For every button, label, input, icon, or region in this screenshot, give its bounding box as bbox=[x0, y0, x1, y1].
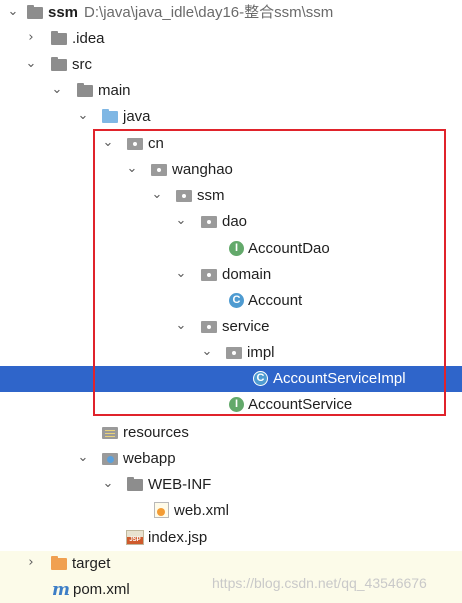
tree-row-account-dao[interactable]: I AccountDao bbox=[0, 236, 462, 262]
tree-label-java: java bbox=[123, 108, 151, 125]
package-icon bbox=[175, 187, 193, 204]
package-icon bbox=[200, 318, 218, 335]
tree-row-web-xml[interactable]: web.xml bbox=[0, 498, 462, 524]
tree-row-service[interactable]: ⌄ service bbox=[0, 314, 462, 340]
chevron-down-icon[interactable]: ⌄ bbox=[76, 109, 90, 123]
folder-icon bbox=[76, 82, 94, 99]
tree-label-account-service: AccountService bbox=[248, 396, 353, 413]
tree-label-web-xml: web.xml bbox=[174, 502, 230, 519]
watermark-text: https://blog.csdn.net/qq_43546676 bbox=[212, 575, 427, 591]
tree-row-src[interactable]: ⌄ src bbox=[0, 52, 462, 78]
tree-label-dao: dao bbox=[222, 213, 248, 230]
excluded-folder-icon bbox=[50, 555, 68, 572]
class-icon: C bbox=[228, 292, 246, 309]
xml-file-icon bbox=[153, 502, 171, 519]
tree-row-index-jsp[interactable]: JSP index.jsp bbox=[0, 525, 462, 551]
class-icon: C bbox=[252, 370, 270, 387]
chevron-right-icon[interactable]: › bbox=[24, 31, 38, 45]
web-folder-icon bbox=[101, 450, 119, 467]
package-icon bbox=[200, 213, 218, 230]
tree-row-java[interactable]: ⌄ java bbox=[0, 104, 462, 130]
tree-label-cn: cn bbox=[148, 135, 164, 152]
project-name: ssm bbox=[48, 4, 79, 21]
interface-icon: I bbox=[228, 240, 246, 257]
tree-label-resources: resources bbox=[123, 424, 189, 441]
tree-label-account-service-impl: AccountServiceImpl bbox=[273, 370, 406, 387]
tree-row-webapp[interactable]: ⌄ webapp bbox=[0, 446, 462, 472]
tree-row-resources[interactable]: resources bbox=[0, 420, 462, 446]
tree-row-account-service[interactable]: I AccountService bbox=[0, 392, 462, 418]
project-path: D:\java\java_idle\day16-整合ssm\ssm bbox=[84, 4, 334, 21]
tree-row-web-inf[interactable]: ⌄ WEB-INF bbox=[0, 472, 462, 498]
package-icon bbox=[126, 135, 144, 152]
chevron-down-icon[interactable]: ⌄ bbox=[150, 188, 164, 202]
tree-label-main: main bbox=[98, 82, 131, 99]
folder-icon bbox=[50, 30, 68, 47]
chevron-down-icon[interactable]: ⌄ bbox=[6, 5, 20, 19]
chevron-down-icon[interactable]: ⌄ bbox=[174, 214, 188, 228]
tree-label-webapp: webapp bbox=[123, 450, 176, 467]
tree-row-ssm-package[interactable]: ⌄ ssm bbox=[0, 183, 462, 209]
tree-label-wanghao: wanghao bbox=[172, 161, 233, 178]
tree-row-wanghao[interactable]: ⌄ wanghao bbox=[0, 157, 462, 183]
tree-label-pom-xml: pom.xml bbox=[73, 581, 130, 598]
tree-row-domain[interactable]: ⌄ domain bbox=[0, 262, 462, 288]
chevron-down-icon[interactable]: ⌄ bbox=[174, 267, 188, 281]
chevron-down-icon[interactable]: ⌄ bbox=[174, 319, 188, 333]
tree-row-idea[interactable]: › .idea bbox=[0, 26, 462, 52]
tree-label-web-inf: WEB-INF bbox=[148, 476, 212, 493]
tree-label-idea: .idea bbox=[72, 30, 105, 47]
tree-label-src: src bbox=[72, 56, 92, 73]
maven-icon: m bbox=[52, 580, 70, 600]
tree-row-cn[interactable]: ⌄ cn bbox=[0, 131, 462, 157]
tree-label-target: target bbox=[72, 555, 111, 572]
tree-label-ssm: ssm bbox=[197, 187, 225, 204]
chevron-down-icon[interactable]: ⌄ bbox=[200, 345, 214, 359]
tree-row-main[interactable]: ⌄ main bbox=[0, 78, 462, 104]
folder-icon bbox=[50, 56, 68, 73]
tree-label-impl: impl bbox=[247, 344, 275, 361]
tree-row-account[interactable]: C Account bbox=[0, 288, 462, 314]
tree-label-domain: domain bbox=[222, 266, 272, 283]
chevron-down-icon[interactable]: ⌄ bbox=[101, 477, 115, 491]
tree-row-target[interactable]: › target bbox=[0, 551, 462, 577]
tree-row-account-service-impl[interactable]: C AccountServiceImpl bbox=[0, 366, 462, 392]
tree-label-index-jsp: index.jsp bbox=[148, 529, 208, 546]
tree-label-account-dao: AccountDao bbox=[248, 240, 330, 257]
interface-icon: I bbox=[228, 396, 246, 413]
chevron-down-icon[interactable]: ⌄ bbox=[125, 162, 139, 176]
resources-folder-icon bbox=[101, 424, 119, 441]
package-icon bbox=[225, 344, 243, 361]
chevron-down-icon[interactable]: ⌄ bbox=[76, 451, 90, 465]
package-icon bbox=[200, 266, 218, 283]
package-icon bbox=[150, 161, 168, 178]
source-folder-icon bbox=[101, 108, 119, 125]
tree-label-service: service bbox=[222, 318, 270, 335]
chevron-down-icon[interactable]: ⌄ bbox=[50, 83, 64, 97]
chevron-down-icon[interactable]: ⌄ bbox=[101, 136, 115, 150]
tree-row-impl[interactable]: ⌄ impl bbox=[0, 340, 462, 366]
chevron-right-icon[interactable]: › bbox=[24, 556, 38, 570]
module-folder-icon bbox=[26, 4, 44, 21]
jsp-file-icon: JSP bbox=[126, 529, 144, 546]
tree-row-project[interactable]: ⌄ ssm D:\java\java_idle\day16-整合ssm\ssm bbox=[0, 0, 462, 26]
folder-icon bbox=[126, 476, 144, 493]
tree-label-account: Account bbox=[248, 292, 303, 309]
tree-row-dao[interactable]: ⌄ dao bbox=[0, 209, 462, 235]
chevron-down-icon[interactable]: ⌄ bbox=[24, 57, 38, 71]
